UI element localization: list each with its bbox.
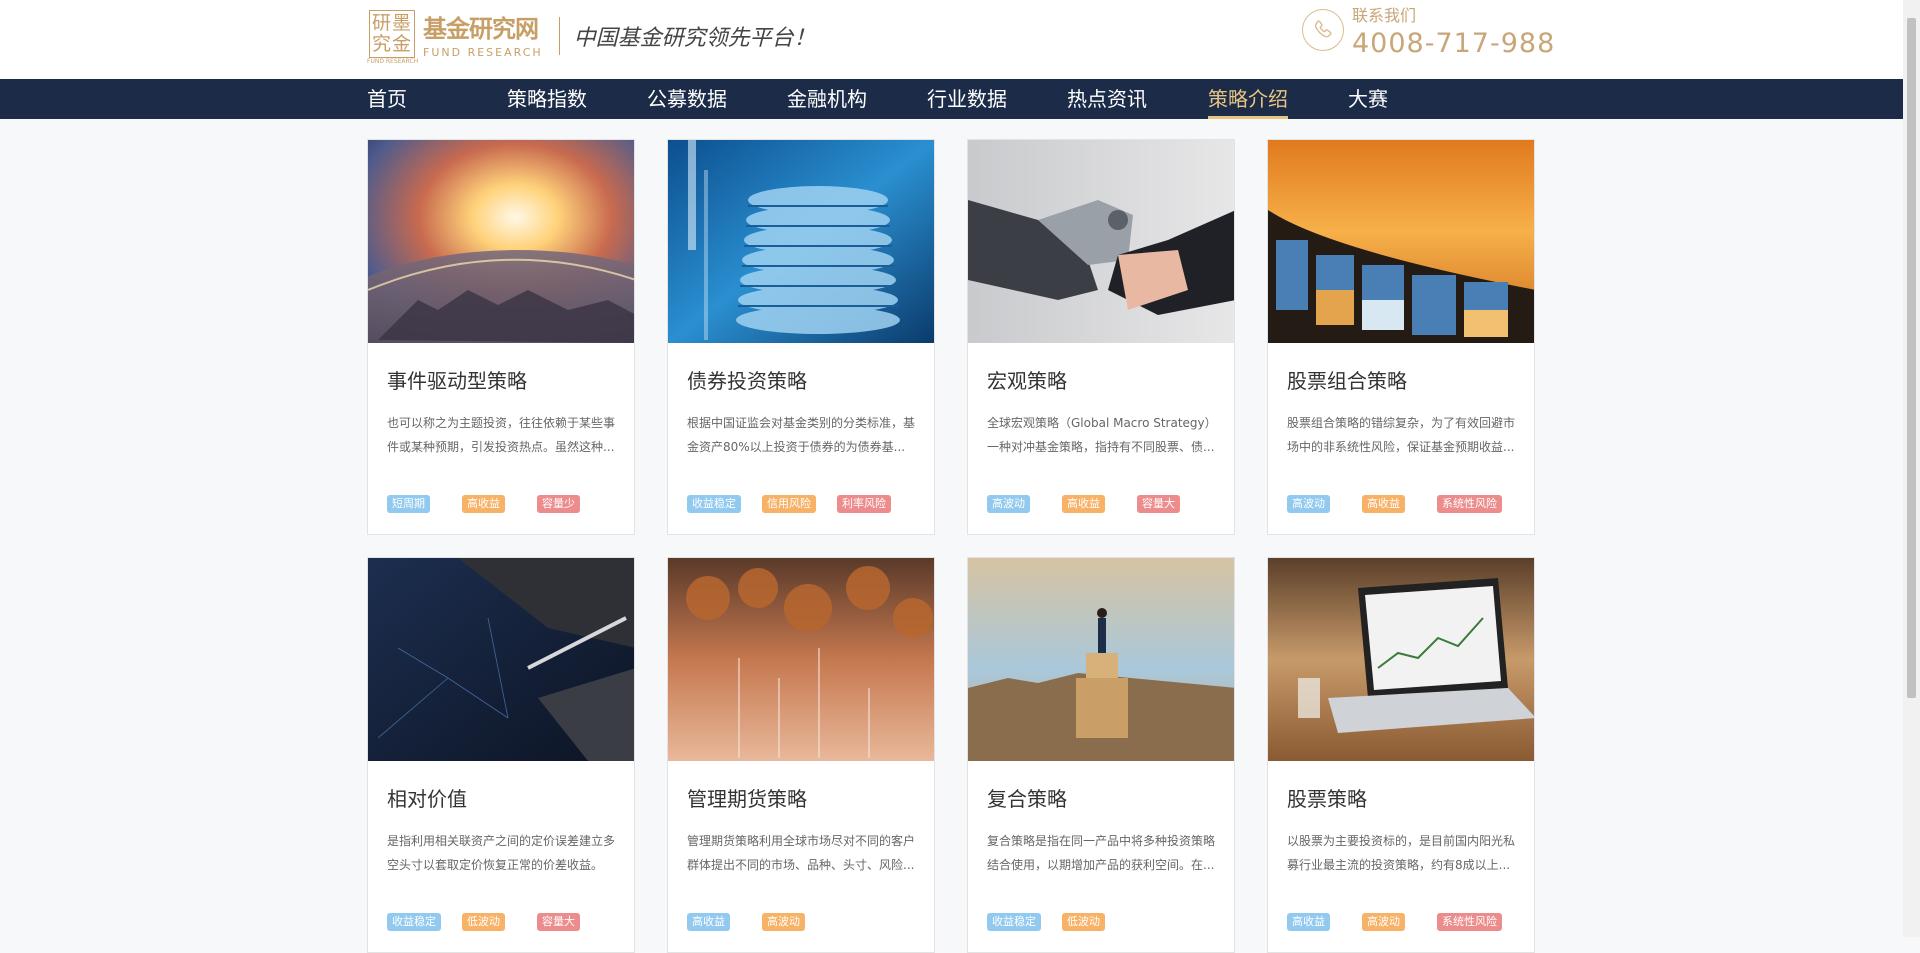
- top-header: 研 墨 究 金 FUND RESEARCH 基金研究网 FUND RESEARC…: [0, 0, 1903, 79]
- tag-badge: 容量大: [537, 913, 580, 931]
- tag-badge: 收益稳定: [987, 913, 1041, 931]
- tag-badge: 低波动: [462, 913, 505, 931]
- strategy-card[interactable]: 股票策略 以股票为主要投资标的，是目前国内阳光私募行业最主流的投资策略，约有8成…: [1267, 557, 1535, 953]
- card-image-event-driven: [368, 140, 634, 343]
- phone-icon: [1302, 9, 1344, 51]
- card-title: 管理期货策略: [687, 787, 807, 811]
- nav-item-financial-institutions[interactable]: 金融机构: [787, 79, 867, 119]
- strategy-card[interactable]: 相对价值 是指利用相关联资产之间的定价误差建立多空头寸以套取定价恢复正常的价差收…: [367, 557, 635, 953]
- tag-badge: 系统性风险: [1437, 495, 1502, 513]
- nav-item-contest[interactable]: 大赛: [1348, 79, 1388, 119]
- card-description: 管理期货策略利用全球市场尽对不同的客户群体提出不同的市场、品种、头寸、风险...: [687, 834, 916, 872]
- nav-item-strategy-index[interactable]: 策略指数: [507, 79, 587, 119]
- seal-char: 究: [372, 33, 392, 55]
- strategy-card[interactable]: 复合策略 复合策略是指在同一产品中将多种投资策略结合使用，以期增加产品的获利空间…: [967, 557, 1235, 953]
- card-title: 宏观策略: [987, 369, 1067, 393]
- card-image-macro: [968, 140, 1234, 343]
- contact-phone[interactable]: 4008-717-988: [1352, 28, 1555, 60]
- site-logo[interactable]: 研 墨 究 金 FUND RESEARCH 基金研究网 FUND RESEARC…: [367, 7, 816, 65]
- strategy-card[interactable]: 管理期货策略 管理期货策略利用全球市场尽对不同的客户群体提出不同的市场、品种、头…: [667, 557, 935, 953]
- card-description: 是指利用相关联资产之间的定价误差建立多空头寸以套取定价恢复正常的价差收益。: [387, 834, 616, 872]
- card-image-stock: [1268, 558, 1534, 761]
- tag-badge: 高波动: [1287, 495, 1330, 513]
- slogan: 中国基金研究领先平台！: [573, 26, 816, 51]
- card-title: 债券投资策略: [687, 369, 807, 393]
- nav-item-strategy-intro[interactable]: 策略介绍: [1208, 79, 1288, 119]
- scrollbar-thumb[interactable]: [1907, 18, 1916, 698]
- card-title: 复合策略: [987, 787, 1067, 811]
- card-image-stock-portfolio: [1268, 140, 1534, 343]
- tag-badge: 利率风险: [837, 495, 891, 513]
- card-title: 股票组合策略: [1287, 369, 1407, 393]
- tag-badge: 高收益: [687, 913, 730, 931]
- tag-badge: 收益稳定: [687, 495, 741, 513]
- card-image-bond: [668, 140, 934, 343]
- tag-badge: 高波动: [1362, 913, 1405, 931]
- strategy-card[interactable]: 股票组合策略 股票组合策略的错综复杂，为了有效回避市场中的非系统性风险，保证基金…: [1267, 139, 1535, 535]
- tag-badge: 容量大: [1137, 495, 1180, 513]
- card-image-managed-futures: [668, 558, 934, 761]
- nav-item-public-fund-data[interactable]: 公募数据: [647, 79, 727, 119]
- card-description: 全球宏观策略（Global Macro Strategy）一种对冲基金策略，指持…: [987, 416, 1217, 454]
- vertical-scrollbar[interactable]: [1903, 0, 1920, 937]
- card-description: 以股票为主要投资标的，是目前国内阳光私募行业最主流的投资策略，约有8成以上...: [1287, 834, 1516, 872]
- card-description: 也可以称之为主题投资，往往依赖于某些事件或某种预期，引发投资热点。虽然这种...: [387, 416, 616, 454]
- card-title: 股票策略: [1287, 787, 1367, 811]
- tag-badge: 高波动: [762, 913, 805, 931]
- seal-char: 金: [392, 33, 412, 55]
- card-image-relative-value: [368, 558, 634, 761]
- card-description: 股票组合策略的错综复杂，为了有效回避市场中的非系统性风险，保证基金预期收益...: [1287, 416, 1516, 454]
- strategy-card[interactable]: 宏观策略 全球宏观策略（Global Macro Strategy）一种对冲基金…: [967, 139, 1235, 535]
- strategy-card[interactable]: 债券投资策略 根据中国证监会对基金类别的分类标准，基金资产80%以上投资于债券的…: [667, 139, 935, 535]
- strategy-card[interactable]: 事件驱动型策略 也可以称之为主题投资，往往依赖于某些事件或某种预期，引发投资热点…: [367, 139, 635, 535]
- active-nav-indicator: [1208, 116, 1288, 119]
- tag-badge: 系统性风险: [1437, 913, 1502, 931]
- card-title: 相对价值: [387, 787, 467, 811]
- logo-seal: 研 墨 究 金 FUND RESEARCH: [367, 8, 419, 65]
- tag-badge: 短周期: [387, 495, 430, 513]
- tag-badge: 信用风险: [762, 495, 816, 513]
- logo-divider: [558, 17, 560, 55]
- brand-name: 基金研究网: [423, 13, 539, 43]
- nav-item-hot-news[interactable]: 热点资讯: [1067, 79, 1147, 119]
- tag-badge: 低波动: [1062, 913, 1105, 931]
- seal-subtitle: FUND RESEARCH: [367, 58, 419, 65]
- tag-badge: 高波动: [987, 495, 1030, 513]
- contact-block: 联系我们 4008-717-988: [1302, 8, 1555, 60]
- tag-badge: 高收益: [1287, 913, 1330, 931]
- contact-label: 联系我们: [1352, 6, 1417, 25]
- tag-badge: 高收益: [1362, 495, 1405, 513]
- brand-name-en: FUND RESEARCH: [423, 45, 543, 59]
- tag-badge: 容量少: [537, 495, 580, 513]
- seal-char: 研: [372, 12, 392, 34]
- card-image-compound: [968, 558, 1234, 761]
- nav-item-home[interactable]: 首页: [367, 79, 407, 119]
- tag-badge: 收益稳定: [387, 913, 441, 931]
- seal-char: 墨: [392, 12, 412, 34]
- tag-badge: 高收益: [1062, 495, 1105, 513]
- main-nav: 首页 策略指数 公募数据 金融机构 行业数据 热点资讯 策略介绍 大赛: [0, 79, 1903, 119]
- card-description: 复合策略是指在同一产品中将多种投资策略结合使用，以期增加产品的获利空间。在...: [987, 834, 1216, 872]
- tag-badge: 高收益: [462, 495, 505, 513]
- card-description: 根据中国证监会对基金类别的分类标准，基金资产80%以上投资于债券的为债券基...: [687, 416, 916, 454]
- nav-item-industry-data[interactable]: 行业数据: [927, 79, 1007, 119]
- card-title: 事件驱动型策略: [387, 369, 527, 393]
